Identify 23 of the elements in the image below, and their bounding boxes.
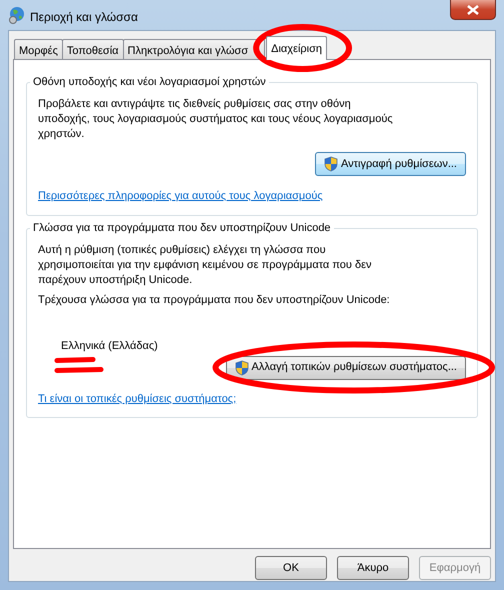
- annotation-underline: [54, 357, 104, 373]
- description-text: Προβάλετε και αντιγράψτε τις διεθνείς ρυθμίσεις σας στην οθόνη υποδοχής, τους λογαριασμούς συστήματος και τους νέους λογαριασμούς χρηστών.: [38, 97, 394, 142]
- shield-icon: [234, 360, 249, 376]
- link[interactable]: Τι είναι οι τοπικές ρυθμίσεις συστήματος;: [38, 392, 236, 404]
- button[interactable]: Αντιγραφή ρυθμίσεων...: [315, 152, 466, 176]
- button[interactable]: Άκυρο: [337, 556, 409, 580]
- current-language-label: Τρέχουσα γλώσσα για τα προγράμματα που δεν υποστηρίζουν Unicode:: [38, 292, 391, 308]
- group-title: Οθόνη υποδοχής και νέοι λογαριασμοί χρηστών: [30, 75, 269, 90]
- close-button[interactable]: [450, 0, 496, 20]
- current-language-value: Ελληνικά (Ελλάδας): [61, 339, 158, 354]
- group-title: Γλώσσα για τα προγράμματα που δεν υποστηρίζουν Unicode: [30, 220, 334, 236]
- tab[interactable]: Πληκτρολόγια και γλώσσ: [122, 39, 266, 59]
- tab[interactable]: Μορφές: [14, 39, 63, 59]
- description-text: Αυτή η ρύθμιση (τοπικές ρυθμίσεις) ελέγχει τη γλώσσα που χρησιμοποιείται για την εμφάνιση κειμένου σε προγράμματα που δεν παρέχουν υποστήριξη Unicode.: [38, 242, 372, 288]
- close-icon: [467, 4, 479, 14]
- window-title: Περιοχή και γλώσσα: [30, 9, 138, 26]
- globe-icon: [8, 6, 26, 24]
- button[interactable]: OK: [255, 556, 327, 580]
- link[interactable]: Περισσότερες πληροφορίες για αυτούς τους λογαριασμούς: [38, 190, 323, 202]
- shield-icon: [324, 156, 338, 172]
- tab[interactable]: Τοποθεσία: [62, 39, 124, 59]
- button[interactable]: Αλλαγή τοπικών ρυθμίσεων συστήματος...: [226, 356, 466, 380]
- tab[interactable]: Διαχείριση: [266, 36, 328, 60]
